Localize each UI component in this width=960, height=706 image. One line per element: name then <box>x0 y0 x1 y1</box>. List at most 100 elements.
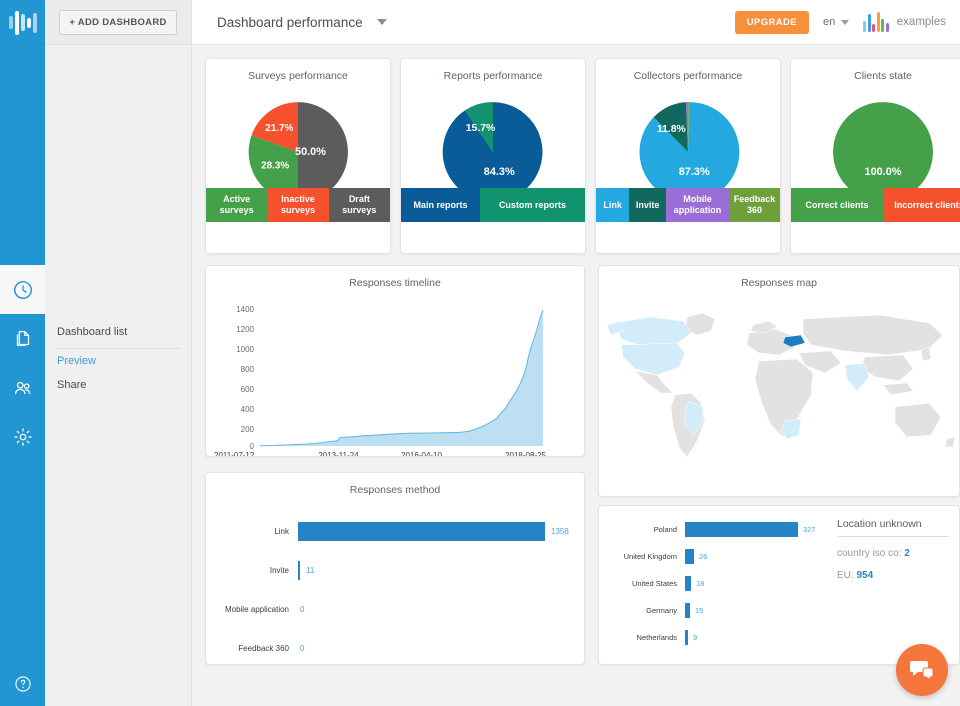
country-bar[interactable] <box>685 603 690 618</box>
card-title: Clients state <box>854 70 912 82</box>
stat-value: 2 <box>904 548 910 559</box>
clock-icon <box>13 280 32 299</box>
bar-row: Feedback 360 0 <box>220 629 570 664</box>
help-button[interactable] <box>0 668 45 700</box>
country-value: 18 <box>696 579 705 588</box>
y-tick: 1000 <box>236 345 254 354</box>
documents-icon <box>16 330 29 346</box>
x-tick: 2013-11-24 <box>318 451 359 457</box>
bar-value: 0 <box>300 644 305 653</box>
y-tick: 600 <box>241 385 255 394</box>
country-label: Netherlands <box>636 633 677 642</box>
pie-chart-collectors: 87.3% 11.8% Link Invite Mobile applicati… <box>596 82 780 222</box>
bar-track: 0 <box>298 639 570 658</box>
legend-item-mobile-application[interactable]: Mobile application <box>666 188 729 222</box>
dashboard-content: Surveys performance 50.0% 21.7% 28.3% Ac… <box>192 45 960 706</box>
y-tick: 400 <box>241 405 255 414</box>
language-selector[interactable]: en <box>823 16 850 28</box>
country-bar[interactable] <box>685 576 691 591</box>
geo-inner: Poland 327 United Kingdom 26 United Stat… <box>599 506 959 664</box>
pie-slice-label: 15.7% <box>466 123 495 134</box>
legend-item-inactive-surveys[interactable]: Inactive surveys <box>267 188 329 222</box>
country-bar[interactable] <box>685 549 694 564</box>
card-title: Collectors performance <box>633 70 743 82</box>
country-label: Poland <box>653 525 677 534</box>
card-surveys-performance: Surveys performance 50.0% 21.7% 28.3% Ac… <box>205 58 391 254</box>
y-tick: 800 <box>241 365 255 374</box>
legend-item-feedback-360[interactable]: Feedback 360 <box>728 188 780 222</box>
sidebar-item-dashboard-list[interactable]: Dashboard list <box>57 320 180 349</box>
icon-rail <box>0 0 45 706</box>
sidebar-item-history[interactable] <box>0 265 45 314</box>
upgrade-button[interactable]: UPGRADE <box>734 10 810 34</box>
card-responses-method: Responses method Link 1358 Invite 11 Mob… <box>205 472 585 665</box>
legend-item-incorrect-clients[interactable]: Incorrect clients <box>883 188 960 222</box>
legend-item-draft-surveys[interactable]: Draft surveys <box>328 188 390 222</box>
add-dashboard-button[interactable]: + ADD DASHBOARD <box>59 9 177 35</box>
country-bar[interactable] <box>685 522 798 537</box>
chevron-down-icon[interactable] <box>376 19 387 25</box>
geo-row: United Kingdom 26 <box>599 543 827 570</box>
pie-slice-label: 28.3% <box>261 161 289 172</box>
sidebar-item-users[interactable] <box>0 363 45 412</box>
bar-value: 0 <box>300 605 305 614</box>
x-tick: 2011-07-12 <box>214 451 255 457</box>
bar-fill[interactable] <box>298 561 300 580</box>
user-name: examples <box>896 16 946 28</box>
pie-chart-reports: 84.3% 15.7% Main reports Custom reports <box>401 82 585 222</box>
y-tick: 1200 <box>236 325 254 334</box>
stat-eu: EU: 954 <box>837 559 949 581</box>
country-bar[interactable] <box>685 630 688 645</box>
x-tick: 2018-08-25 <box>505 451 546 457</box>
topbar: Dashboard performance UPGRADE en example… <box>192 0 960 45</box>
y-tick: 0 <box>250 442 255 449</box>
legend-item-link[interactable]: Link <box>596 188 630 222</box>
bar-label: Link <box>274 527 289 536</box>
pie-legend: Main reports Custom reports <box>401 188 585 222</box>
legend-item-invite[interactable]: Invite <box>629 188 667 222</box>
card-title: Surveys performance <box>248 70 348 82</box>
legend-item-active-surveys[interactable]: Active surveys <box>206 188 268 222</box>
user-menu[interactable]: examples <box>863 12 946 32</box>
card-responses-timeline: Responses timeline 1400 1200 1000 800 60… <box>205 265 585 457</box>
bar-track: 11 <box>298 561 570 580</box>
stat-label: country iso co: <box>837 548 902 559</box>
geo-row: Netherlands 9 <box>599 624 827 651</box>
card-responses-by-country: Poland 327 United Kingdom 26 United Stat… <box>598 505 960 665</box>
chat-bubbles-icon <box>910 661 934 682</box>
rail-items <box>0 265 45 461</box>
bar-row: Link 1358 <box>220 512 570 551</box>
legend-item-correct-clients[interactable]: Correct clients <box>791 188 883 222</box>
country-label: United States <box>631 579 677 588</box>
stat-value: 954 <box>856 570 874 581</box>
users-icon <box>14 381 30 394</box>
pie-legend: Correct clients Incorrect clients <box>791 188 960 222</box>
pie-slice-label: 87.3% <box>679 166 710 178</box>
topbar-actions: UPGRADE en examples <box>734 10 960 34</box>
pie-chart-surveys: 50.0% 21.7% 28.3% Active surveys Inactiv… <box>206 82 390 222</box>
sidebar-item-settings[interactable] <box>0 412 45 461</box>
sidebar-item-share[interactable]: Share <box>57 373 180 397</box>
app-logo[interactable] <box>0 0 45 45</box>
chat-button[interactable] <box>896 644 948 696</box>
gear-icon <box>13 427 32 446</box>
pie-legend: Link Invite Mobile application Feedback … <box>596 188 780 222</box>
country-bars: Poland 327 United Kingdom 26 United Stat… <box>599 516 827 664</box>
sidebar-item-preview[interactable]: Preview <box>57 349 180 373</box>
card-collectors-performance: Collectors performance 87.3% 11.8% Link … <box>595 58 781 254</box>
bar-value: 11 <box>306 566 315 575</box>
geo-row: United States 18 <box>599 570 827 597</box>
bar-fill[interactable] <box>298 522 545 541</box>
chevron-down-icon <box>841 19 850 25</box>
add-dashboard-bar: + ADD DASHBOARD <box>45 0 191 45</box>
stat-label: EU: <box>837 570 854 581</box>
sidebar-item-documents[interactable] <box>0 314 45 363</box>
bar-row: Mobile application 0 <box>220 590 570 629</box>
card-title: Responses map <box>741 277 817 289</box>
legend-item-custom-reports[interactable]: Custom reports <box>479 188 585 222</box>
country-label: Germany <box>646 606 677 615</box>
bar-label: Mobile application <box>224 605 289 614</box>
legend-item-main-reports[interactable]: Main reports <box>401 188 480 222</box>
responses-timeline-chart: 1400 1200 1000 800 600 400 200 0 <box>236 305 544 449</box>
question-mark-icon <box>14 676 31 692</box>
